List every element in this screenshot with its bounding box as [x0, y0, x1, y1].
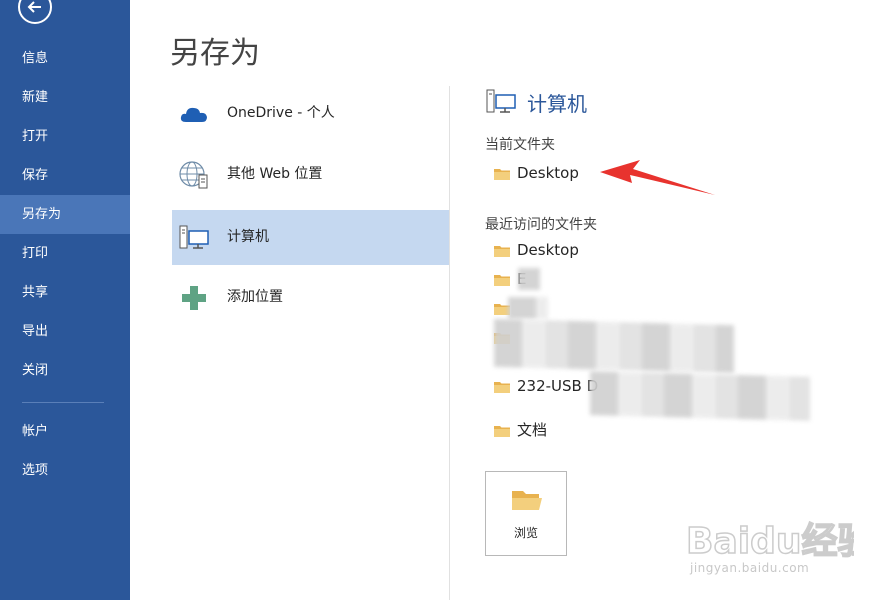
pane-title: 计算机 — [527, 92, 587, 116]
back-button[interactable] — [18, 0, 52, 24]
watermark-url: jingyan.baidu.com — [690, 561, 810, 575]
nav-item-print[interactable]: 打印 — [0, 234, 130, 273]
nav-item-save-as[interactable]: 另存为 — [0, 195, 130, 234]
folder-icon — [494, 246, 510, 257]
back-arrow-icon — [27, 1, 41, 13]
nav-separator — [22, 402, 104, 403]
nav-item-share[interactable]: 共享 — [0, 273, 130, 312]
folder-name: Desktop — [517, 164, 579, 182]
nav-item-open[interactable]: 打开 — [0, 117, 130, 156]
pane-divider — [449, 86, 450, 600]
annotation-arrow-icon — [600, 160, 715, 195]
place-add[interactable]: 添加位置 — [172, 270, 449, 325]
place-label: OneDrive - 个人 — [227, 105, 335, 121]
place-computer[interactable]: 计算机 — [172, 210, 449, 265]
nav-item-export[interactable]: 导出 — [0, 312, 130, 351]
folder-name: Desktop — [517, 241, 579, 259]
browse-label: 浏览 — [513, 526, 538, 540]
place-other-web[interactable]: 其他 Web 位置 — [172, 147, 449, 202]
page-title: 另存为 — [170, 36, 260, 71]
redaction-mask — [508, 297, 548, 319]
current-folder-label: 当前文件夹 — [485, 137, 555, 153]
place-onedrive[interactable]: OneDrive - 个人 — [172, 86, 449, 141]
redaction-mask — [518, 268, 540, 290]
nav-item-options[interactable]: 选项 — [0, 451, 130, 490]
add-plus-icon — [182, 286, 206, 310]
web-globe-icon — [179, 161, 208, 189]
place-label: 添加位置 — [227, 289, 283, 305]
nav-item-info[interactable]: 信息 — [0, 39, 130, 78]
redaction-mask — [494, 318, 734, 374]
folder-name: 文档 — [517, 421, 548, 439]
nav-item-save[interactable]: 保存 — [0, 156, 130, 195]
folder-icon — [494, 169, 510, 180]
folder-icon — [494, 426, 510, 437]
onedrive-cloud-icon — [180, 107, 207, 122]
browse-button[interactable]: 浏览 — [485, 471, 567, 556]
place-label: 计算机 — [227, 229, 269, 245]
folder-name: 232-USB D — [517, 377, 599, 395]
folder-icon — [494, 382, 510, 393]
nav-item-new[interactable]: 新建 — [0, 78, 130, 117]
recent-folder-item[interactable]: 232-USB D — [487, 373, 598, 399]
watermark-text: Baidu经验 — [686, 521, 854, 561]
folder-icon — [494, 275, 510, 286]
folder-open-icon — [512, 491, 542, 510]
backstage-nav: 信息 新建 打开 保存 另存为 打印 共享 导出 关闭 帐户 选项 — [0, 0, 130, 600]
recent-folders-label: 最近访问的文件夹 — [485, 217, 597, 233]
recent-folder-item[interactable]: Desktop — [487, 237, 579, 263]
redaction-mask — [590, 371, 810, 421]
nav-item-account[interactable]: 帐户 — [0, 412, 130, 451]
computer-icon — [486, 89, 516, 113]
recent-folder-item[interactable]: 文档 — [487, 417, 547, 443]
computer-icon — [179, 225, 209, 249]
baidu-watermark-logo: Baidu经验 — [685, 520, 854, 561]
place-label: 其他 Web 位置 — [227, 166, 323, 182]
nav-item-close[interactable]: 关闭 — [0, 351, 130, 390]
current-folder-desktop[interactable]: Desktop — [487, 160, 579, 186]
